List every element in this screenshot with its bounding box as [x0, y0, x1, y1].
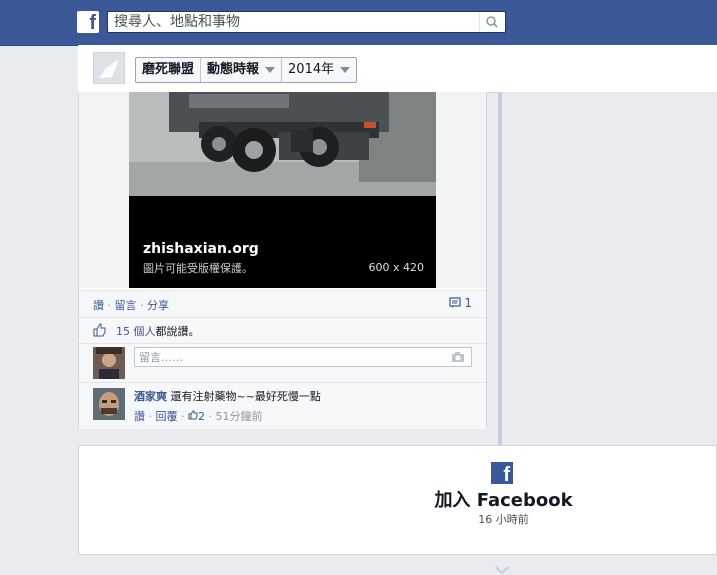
comment-input[interactable] [135, 348, 443, 366]
comment-item: 酒家爽 還有注射藥物~~最好死慢一點 讚 · 回覆 · 2 · 51分鐘前 [79, 382, 486, 429]
top-navigation-bar: f [0, 0, 717, 46]
timeline-spine [498, 92, 502, 445]
search-icon[interactable] [479, 13, 504, 31]
thumbs-up-icon [93, 323, 106, 337]
comment-count[interactable]: 1 [449, 296, 472, 310]
chevron-down-icon [495, 566, 509, 575]
breadcrumb-timeline-dropdown[interactable]: 動態時報 [201, 58, 283, 82]
comment-author[interactable]: 酒家爽 [134, 390, 167, 403]
thumbs-up-icon [188, 410, 198, 420]
comment-timestamp[interactable]: 51分鐘前 [216, 410, 263, 423]
comment-composer [79, 343, 486, 382]
comment-field[interactable] [134, 347, 472, 367]
join-title[interactable]: 加入 Facebook [79, 486, 717, 512]
likers-link[interactable]: 15 個人 [116, 325, 156, 338]
separator: · [148, 410, 153, 423]
separator: · [107, 299, 112, 312]
breadcrumb-page-name[interactable]: 磨死聯盟 [136, 58, 202, 82]
separator: · [181, 410, 185, 423]
photo-dimensions: 600 x 420 [368, 261, 425, 274]
timeline-post: zhishaxian.org 圖片可能受版權保護。 600 x 420 讚 · … [78, 92, 487, 429]
photo-container: zhishaxian.org 圖片可能受版權保護。 600 x 420 [79, 92, 486, 288]
chevron-down-icon [265, 67, 276, 73]
post-actions-bar: 讚 · 留言 · 分享 1 [79, 290, 486, 317]
like-link[interactable]: 讚 [93, 299, 104, 312]
timeline-header-bar: 磨死聯盟 動態時報 2014年 [78, 45, 717, 93]
avatar[interactable] [93, 347, 125, 379]
likes-summary: 15 個人都說讚。 [79, 317, 486, 343]
share-link[interactable]: 分享 [147, 299, 169, 312]
comment-text: 還有注射藥物~~最好死慢一點 [170, 390, 321, 403]
separator: · [140, 299, 144, 312]
page-avatar[interactable] [93, 52, 125, 84]
search-box[interactable] [107, 11, 506, 33]
search-input[interactable] [108, 12, 480, 32]
right-column [502, 92, 717, 445]
facebook-logo-icon[interactable]: f [77, 11, 99, 34]
truck-image [129, 92, 436, 288]
post-photo[interactable]: zhishaxian.org 圖片可能受版權保護。 600 x 420 [129, 92, 436, 288]
separator: · [208, 410, 213, 423]
comment-bubble-icon [449, 297, 461, 308]
camera-icon[interactable] [451, 351, 465, 363]
join-facebook-card: f 加入 Facebook 16 小時前 [78, 445, 717, 555]
facebook-logo-icon: f [491, 462, 513, 486]
comment-reply-link[interactable]: 回覆 [156, 410, 178, 423]
chevron-down-icon [340, 67, 351, 73]
join-timestamp: 16 小時前 [478, 513, 529, 526]
comment-link[interactable]: 留言 [115, 299, 137, 312]
photo-source-label: zhishaxian.org [143, 241, 259, 257]
avatar[interactable] [93, 388, 125, 420]
comment-like-link[interactable]: 讚 [134, 410, 145, 423]
breadcrumb-year-dropdown[interactable]: 2014年 [282, 58, 356, 82]
comment-like-count[interactable]: 2 [198, 410, 205, 423]
copyright-notice: 圖片可能受版權保護。 [143, 262, 253, 275]
likes-suffix: 都說讚。 [155, 325, 200, 338]
breadcrumb: 磨死聯盟 動態時報 2014年 [135, 57, 358, 83]
